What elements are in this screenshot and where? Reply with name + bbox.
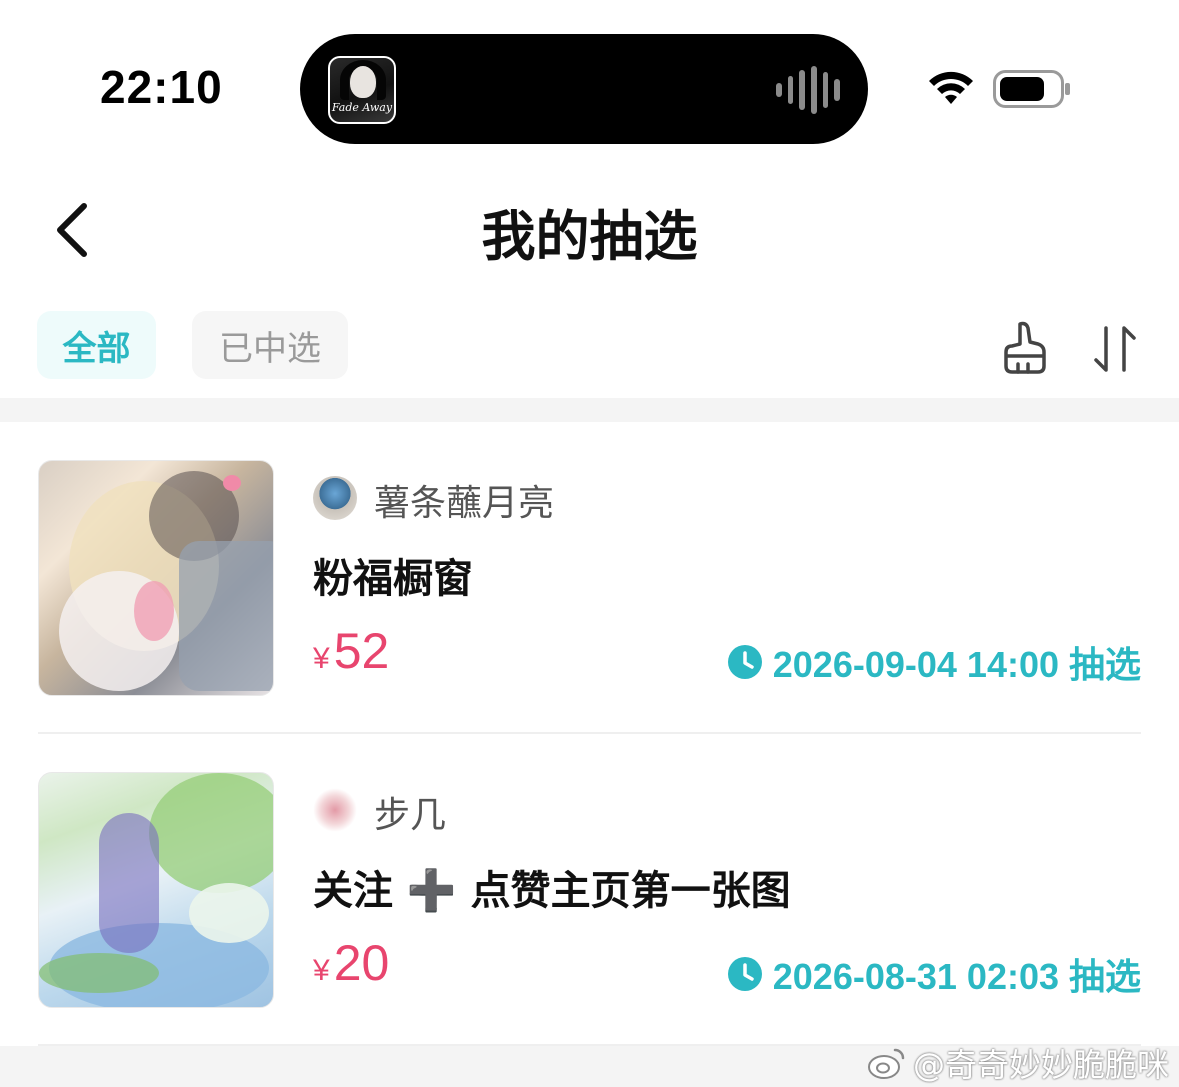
battery-icon bbox=[993, 70, 1070, 108]
item-title: 粉福橱窗 bbox=[313, 556, 473, 602]
status-bar: 22:10 Fade Away bbox=[0, 0, 1179, 170]
wifi-icon bbox=[929, 71, 973, 104]
currency-symbol: ¥ bbox=[313, 642, 330, 675]
sort-icon[interactable] bbox=[1090, 322, 1140, 376]
lottery-item[interactable]: 步几 关注 ➕ 点赞主页第一张图 ¥20 2026-08-31 02:03 抽选 bbox=[0, 734, 1179, 1046]
author-name[interactable]: 步几 bbox=[374, 786, 446, 838]
clock-icon bbox=[727, 645, 762, 679]
item-thumbnail[interactable] bbox=[38, 772, 274, 1008]
status-time: 22:10 bbox=[100, 61, 223, 113]
tab-won[interactable]: 已中选 bbox=[192, 311, 348, 379]
tab-all[interactable]: 全部 bbox=[37, 311, 156, 379]
draw-time-text: 2026-08-31 02:03 抽选 bbox=[772, 956, 1141, 997]
author-avatar[interactable] bbox=[313, 788, 357, 832]
draw-time-text: 2026-09-04 14:00 抽选 bbox=[772, 644, 1141, 685]
author-name[interactable]: 薯条蘸月亮 bbox=[374, 474, 554, 526]
clock-icon bbox=[727, 957, 762, 991]
item-price: ¥20 bbox=[313, 934, 389, 992]
draw-time: 2026-09-04 14:00 抽选 bbox=[727, 636, 1141, 688]
filter-bar: 全部 已中选 bbox=[0, 306, 1179, 386]
item-title: 关注 ➕ 点赞主页第一张图 bbox=[313, 868, 791, 914]
waveform-icon bbox=[776, 64, 841, 116]
nav-bar: 我的抽选 bbox=[0, 170, 1179, 290]
currency-symbol: ¥ bbox=[313, 954, 330, 987]
page-title: 我的抽选 bbox=[481, 205, 698, 268]
brush-icon[interactable] bbox=[1000, 320, 1050, 376]
watermark-text: @奇奇妙妙脆脆咪 bbox=[912, 1046, 1169, 1084]
now-playing-artwork: Fade Away bbox=[328, 56, 396, 124]
price-value: 52 bbox=[333, 623, 390, 679]
draw-time: 2026-08-31 02:03 抽选 bbox=[727, 948, 1141, 1000]
author-avatar[interactable] bbox=[313, 476, 357, 520]
section-divider bbox=[0, 398, 1179, 422]
item-thumbnail[interactable] bbox=[38, 460, 274, 696]
price-value: 20 bbox=[333, 935, 390, 991]
lottery-item[interactable]: 薯条蘸月亮 粉福橱窗 ¥52 2026-09-04 14:00 抽选 bbox=[0, 422, 1179, 734]
dynamic-island[interactable]: Fade Away bbox=[300, 34, 868, 144]
weibo-logo-icon bbox=[867, 1048, 905, 1079]
watermark: @奇奇妙妙脆脆咪 bbox=[867, 1040, 1169, 1086]
artwork-text: Fade Away bbox=[331, 101, 393, 114]
item-price: ¥52 bbox=[313, 622, 389, 680]
